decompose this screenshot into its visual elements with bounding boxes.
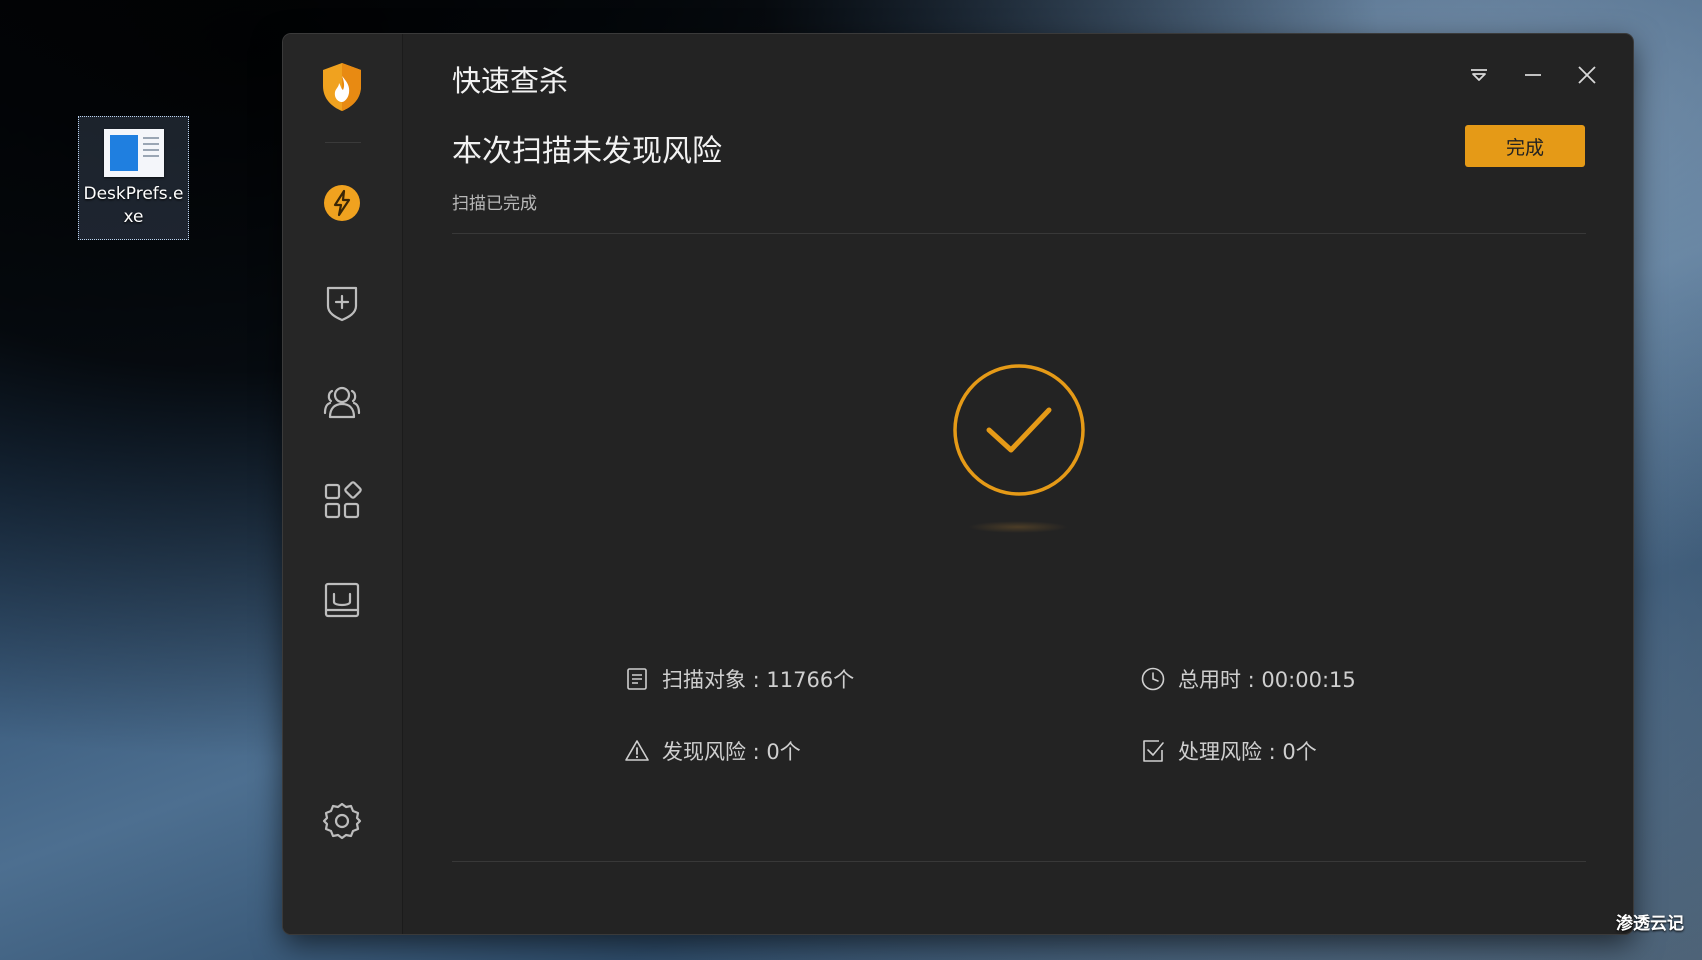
stat-total-time: 总用时 : 00:00:15 bbox=[1140, 664, 1356, 694]
check-shadow bbox=[968, 521, 1068, 533]
header-divider bbox=[452, 233, 1586, 234]
stat-risks-handled: 处理风险 : 0个 bbox=[1140, 736, 1317, 766]
sidebar-divider bbox=[325, 142, 361, 143]
lightning-icon bbox=[324, 185, 360, 221]
menu-dropdown-button[interactable] bbox=[1464, 60, 1494, 90]
checkbox-icon bbox=[1143, 740, 1164, 762]
success-check-icon bbox=[951, 362, 1087, 498]
minimize-button[interactable] bbox=[1518, 60, 1548, 90]
scan-result-headline: 本次扫描未发现风险 bbox=[452, 134, 722, 169]
total-time-text: 总用时 : 00:00:15 bbox=[1178, 668, 1356, 692]
main-panel: 快速查杀 本次扫描未发现风险 扫描已完成 完成 扫描对象: 11766个 总用… bbox=[402, 34, 1633, 934]
shield-plus-icon bbox=[326, 286, 358, 322]
minimize-icon bbox=[1525, 74, 1541, 76]
apps-grid-icon bbox=[324, 481, 362, 519]
sidebar-item-settings[interactable] bbox=[319, 798, 365, 844]
footer-divider bbox=[452, 861, 1586, 862]
sidebar-item-accounts[interactable] bbox=[319, 378, 365, 424]
sidebar-item-quarantine[interactable] bbox=[319, 577, 365, 623]
warning-icon bbox=[625, 740, 649, 761]
document-icon bbox=[627, 668, 647, 690]
close-icon bbox=[1578, 66, 1596, 84]
menu-triangle-icon bbox=[1471, 69, 1487, 81]
exe-file-icon bbox=[103, 129, 164, 177]
app-window: 快速查杀 本次扫描未发现风险 扫描已完成 完成 扫描对象: 11766个 总用… bbox=[283, 34, 1633, 934]
clock-icon bbox=[1141, 667, 1165, 691]
stat-scan-objects: 扫描对象 : 11766个 bbox=[624, 664, 854, 694]
window-title: 快速查杀 bbox=[452, 64, 569, 98]
stat-risks-found: 发现风险 : 0个 bbox=[624, 736, 801, 766]
sidebar-item-quick-scan[interactable] bbox=[319, 180, 365, 226]
sidebar-item-tools[interactable] bbox=[319, 478, 365, 524]
app-logo-icon bbox=[321, 62, 363, 112]
desktop-file-icon[interactable]: DeskPrefs.exe bbox=[78, 116, 189, 240]
risks-handled-text: 处理风险 : 0个 bbox=[1178, 740, 1317, 764]
tray-icon bbox=[324, 582, 360, 618]
watermark-text: 渗透云记 bbox=[1616, 914, 1684, 934]
done-button[interactable]: 完成 bbox=[1465, 125, 1585, 167]
scan-objects-text: 扫描对象 : 11766个 bbox=[662, 668, 855, 692]
users-icon bbox=[323, 386, 361, 419]
sidebar-item-protection[interactable] bbox=[319, 279, 365, 325]
sidebar bbox=[283, 34, 403, 934]
scan-status-text: 扫描已完成 bbox=[452, 194, 537, 214]
risks-found-text: 发现风险 : 0个 bbox=[662, 740, 801, 764]
close-button[interactable] bbox=[1572, 60, 1602, 90]
desktop-file-label: DeskPrefs.exe bbox=[83, 184, 184, 227]
gear-icon bbox=[322, 802, 362, 840]
